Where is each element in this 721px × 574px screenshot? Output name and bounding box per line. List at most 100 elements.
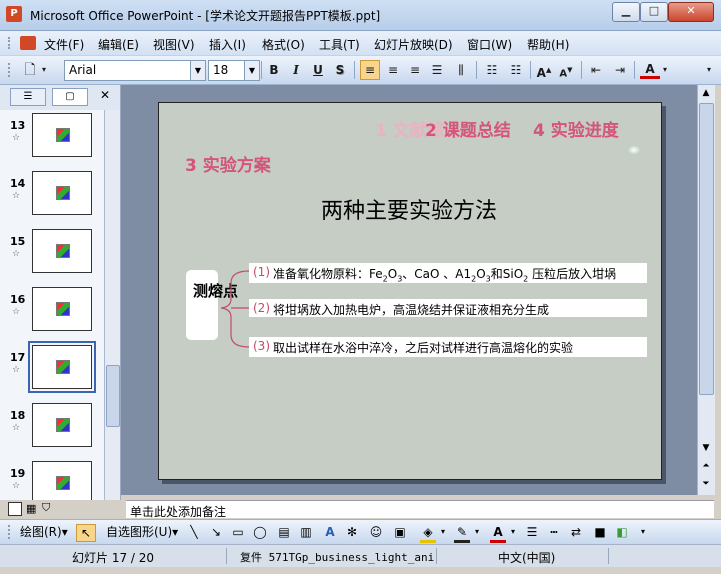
align-right-icon[interactable]: ≡ <box>405 60 425 80</box>
menu-tools[interactable]: 工具(T) <box>319 36 360 53</box>
insert-picture-icon[interactable]: ▣ <box>392 524 408 540</box>
toolbar-options-icon[interactable]: ▾ <box>703 60 715 80</box>
align-left-icon[interactable]: ≡ <box>360 60 380 80</box>
slide-vertical-scrollbar[interactable]: ▲ ▼ ⏶ ⏷ <box>697 85 715 495</box>
font-color-icon[interactable]: A <box>490 524 506 543</box>
scrollbar-thumb[interactable] <box>106 365 120 427</box>
columns-icon[interactable]: ⫼ <box>451 60 471 80</box>
menu-edit[interactable]: 编辑(E) <box>98 36 139 53</box>
shadow-style-icon[interactable]: ■ <box>592 524 608 540</box>
increase-font-icon[interactable]: A▲ <box>534 60 554 80</box>
slide-thumbnail[interactable] <box>32 461 92 500</box>
nav-project-summary[interactable]: 2 课题总结 <box>425 116 511 141</box>
increase-indent-icon[interactable]: ⇥ <box>610 60 630 80</box>
chevron-down-icon[interactable]: ▼ <box>190 61 205 80</box>
menu-view[interactable]: 视图(V) <box>153 36 195 53</box>
close-button[interactable]: ✕ <box>668 2 714 22</box>
normal-view-icon[interactable] <box>8 502 22 516</box>
menu-window[interactable]: 窗口(W) <box>467 36 512 53</box>
design-template[interactable]: 复件 571TGp_business_light_ani <box>240 549 434 565</box>
font-color-dropdown-icon[interactable]: ▾ <box>660 60 670 80</box>
item-number: (3) <box>253 339 270 353</box>
vertical-textbox-icon[interactable]: ▥ <box>298 524 314 540</box>
chevron-down-icon[interactable]: ▾ <box>508 524 518 540</box>
powerpoint-icon[interactable]: P <box>6 6 22 22</box>
scrollbar-thumb[interactable] <box>699 103 714 395</box>
diagram-icon[interactable]: ✻ <box>344 524 360 540</box>
previous-slide-icon[interactable]: ⏶ <box>698 458 714 474</box>
method-item-2[interactable]: (2) 将坩埚放入加热电炉，高温烧结并保证液相充分生成 <box>249 299 647 317</box>
chevron-down-icon[interactable]: ▾ <box>438 524 448 540</box>
notes-pane[interactable]: 单击此处添加备注 <box>126 500 714 519</box>
bullets-icon[interactable]: ☷ <box>506 60 526 80</box>
minimize-button[interactable]: ▁ <box>612 2 640 22</box>
rectangle-icon[interactable]: ▭ <box>230 524 246 540</box>
slide-thumbnail[interactable] <box>32 287 92 331</box>
font-color-button[interactable]: A <box>640 60 660 79</box>
underline-button[interactable]: U <box>308 60 328 80</box>
doc-icon[interactable] <box>20 36 36 50</box>
3d-style-icon[interactable]: ◧ <box>614 524 630 540</box>
clipart-icon[interactable]: ☺ <box>368 524 384 540</box>
menu-format[interactable]: 格式(O) <box>262 36 305 53</box>
method-item-3[interactable]: (3) 取出试样在水浴中淬冷，之后对试样进行高温熔化的实验 <box>249 337 647 357</box>
line-color-icon[interactable]: ✎ <box>454 524 470 543</box>
new-icon[interactable]: 🗋 <box>20 60 40 80</box>
slide-sorter-icon[interactable]: ▦ <box>26 502 36 515</box>
slide-thumbnail[interactable] <box>32 113 92 157</box>
decrease-font-icon[interactable]: A▼ <box>556 60 576 80</box>
line-style-icon[interactable]: ☰ <box>524 524 540 540</box>
maximize-button[interactable]: □ <box>640 2 668 22</box>
next-slide-icon[interactable]: ⏷ <box>698 476 714 492</box>
new-dropdown-icon[interactable]: ▾ <box>38 60 50 80</box>
wordart-icon[interactable]: A <box>322 524 338 540</box>
current-slide[interactable]: 1 文献综述 2 课题总结 4 实验进度 3 实验方案 两种主要实验方法 测熔点… <box>158 102 662 480</box>
bold-button[interactable]: B <box>264 60 284 80</box>
textbox-icon[interactable]: ▤ <box>276 524 292 540</box>
select-pointer-icon[interactable]: ↖ <box>76 524 96 542</box>
nav-experiment-progress[interactable]: 4 实验进度 <box>533 116 619 141</box>
menu-file[interactable]: 文件(F) <box>44 36 84 53</box>
slide-thumbnail-selected[interactable] <box>28 341 96 393</box>
arrow-icon[interactable]: ↘ <box>208 524 224 540</box>
numbering-icon[interactable]: ☷ <box>482 60 502 80</box>
slides-tab[interactable]: ▢ <box>52 88 88 106</box>
slideshow-icon[interactable]: ⛉ <box>42 501 50 515</box>
slide-thumbnail[interactable] <box>32 403 92 447</box>
autoshapes-button[interactable]: 自选图形(U)▾ <box>106 524 178 540</box>
toolbar-separator <box>530 61 531 79</box>
slide-thumbnail[interactable] <box>32 229 92 273</box>
decrease-indent-icon[interactable]: ⇤ <box>586 60 606 80</box>
menu-help[interactable]: 帮助(H) <box>527 36 569 53</box>
fill-color-icon[interactable]: ◈ <box>420 524 436 543</box>
font-name-combo[interactable]: Arial ▼ <box>64 60 206 81</box>
menu-grip[interactable] <box>8 37 20 49</box>
scroll-down-icon[interactable]: ▼ <box>698 440 714 456</box>
align-center-icon[interactable]: ≡ <box>383 60 403 80</box>
panel-close-icon[interactable]: ✕ <box>100 88 110 102</box>
toolbar-grip[interactable] <box>8 63 20 77</box>
arrow-style-icon[interactable]: ⇄ <box>568 524 584 540</box>
slide-heading[interactable]: 两种主要实验方法 <box>321 193 497 225</box>
scroll-up-icon[interactable]: ▲ <box>698 85 714 101</box>
nav-experiment-plan[interactable]: 3 实验方案 <box>185 151 271 176</box>
font-size-combo[interactable]: 18 ▼ <box>208 60 260 81</box>
toolbar-grip[interactable] <box>8 525 20 539</box>
oval-icon[interactable]: ◯ <box>252 524 268 540</box>
chevron-down-icon[interactable]: ▼ <box>244 61 259 80</box>
slide-thumbnail[interactable] <box>32 171 92 215</box>
chevron-down-icon[interactable]: ▾ <box>472 524 482 540</box>
distribute-icon[interactable]: ☰ <box>427 60 447 80</box>
animation-star-icon: ☆ <box>12 133 21 143</box>
menu-slideshow[interactable]: 幻灯片放映(D) <box>374 36 453 53</box>
outline-tab[interactable]: ☰ <box>10 88 46 106</box>
dash-style-icon[interactable]: ┅ <box>546 524 562 540</box>
thumbnail-scrollbar[interactable] <box>104 110 120 500</box>
italic-button[interactable]: I <box>286 60 306 80</box>
draw-menu-button[interactable]: 绘图(R)▾ <box>20 524 68 540</box>
method-item-1[interactable]: (1) 准备氧化物原料：Fe2O3、CaO 、A12O3和SiO2 压粒后放入坩… <box>249 263 647 283</box>
shadow-button[interactable]: S <box>330 60 350 80</box>
line-icon[interactable]: ╲ <box>186 524 202 540</box>
menu-insert[interactable]: 插入(I) <box>209 36 246 53</box>
toolbar-options-icon[interactable]: ▾ <box>638 524 648 540</box>
